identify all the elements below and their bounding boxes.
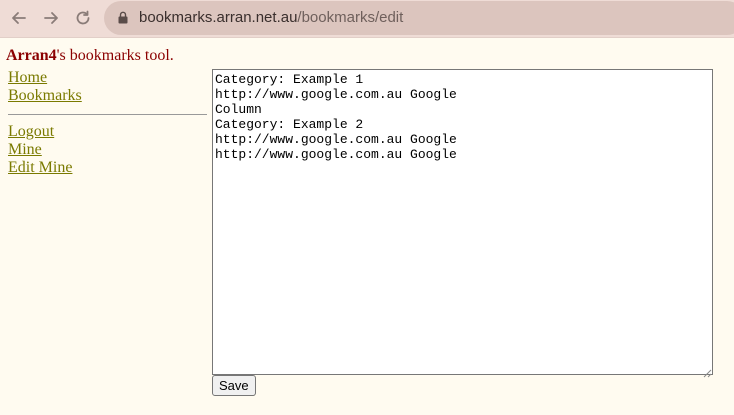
save-button[interactable]: Save (212, 375, 256, 396)
username: Arran4 (6, 47, 57, 64)
sidebar-link-edit-mine[interactable]: Edit Mine (8, 159, 208, 177)
sidebar-link-logout[interactable]: Logout (8, 123, 208, 141)
title-suffix: 's bookmarks tool. (56, 47, 174, 64)
reload-icon[interactable] (72, 7, 94, 29)
sidebar-link-bookmarks[interactable]: Bookmarks (8, 87, 208, 105)
sidebar-nav: Home Bookmarks Logout Mine Edit Mine (8, 69, 208, 177)
sidebar-link-home[interactable]: Home (8, 69, 208, 87)
sidebar-link-mine[interactable]: Mine (8, 141, 208, 159)
address-bar[interactable]: bookmarks.arran.net.au/bookmarks/edit (104, 1, 734, 35)
browser-toolbar: bookmarks.arran.net.au/bookmarks/edit (0, 0, 734, 38)
sidebar-divider (8, 114, 207, 115)
resize-grip-icon[interactable] (703, 365, 712, 378)
url-text: bookmarks.arran.net.au/bookmarks/edit (139, 9, 403, 26)
page-title: Arran4's bookmarks tool. (6, 47, 174, 65)
back-arrow-icon[interactable] (8, 7, 30, 29)
forward-arrow-icon[interactable] (40, 7, 62, 29)
lock-icon (118, 11, 128, 24)
bookmarks-editor[interactable] (212, 69, 713, 375)
url-host: bookmarks.arran.net.au (139, 9, 298, 26)
url-path: /bookmarks/edit (297, 9, 404, 26)
